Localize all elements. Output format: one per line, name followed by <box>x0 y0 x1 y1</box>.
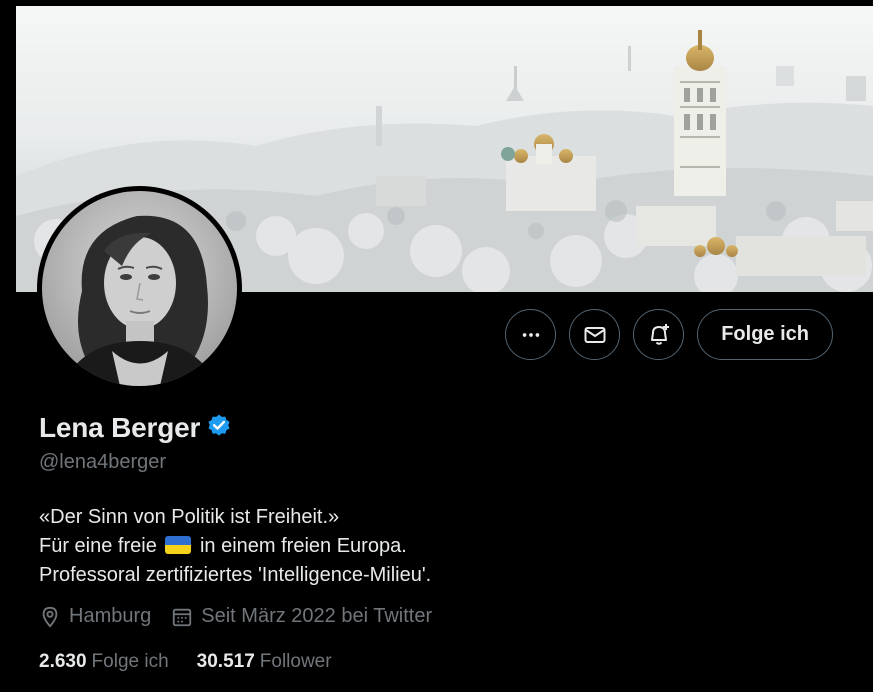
profile-bio: «Der Sinn von Politik ist Freiheit.» Für… <box>39 503 431 590</box>
joined-item: Seit März 2022 bei Twitter <box>171 605 432 628</box>
ukraine-flag-icon <box>165 536 192 554</box>
following-count: 2.630 <box>39 651 87 672</box>
display-name: Lena Berger <box>39 412 201 443</box>
profile-stats: 2.630 Folge ich 30.517 Follower <box>39 651 332 673</box>
bio-line: Professoral zertifiziertes 'Intelligence… <box>39 564 432 586</box>
followers-stat-link[interactable]: 30.517 Follower <box>197 651 332 673</box>
calendar-icon <box>173 608 192 626</box>
following-button[interactable]: Folge ich <box>697 309 833 360</box>
notifications-button[interactable] <box>633 309 685 360</box>
more-options-button[interactable] <box>505 309 557 360</box>
verified-badge-icon[interactable] <box>206 413 232 444</box>
bio-text: Für eine freie <box>39 535 157 557</box>
profile-page: Folge ich Lena Berger @lena4berger «Der … <box>0 0 873 692</box>
profile-meta: Hamburg Seit März 2022 bei Twitter <box>39 605 432 628</box>
location-item: Hamburg <box>39 605 151 628</box>
profile-handle: @lena4berger <box>39 451 167 473</box>
profile-actions: Folge ich <box>505 309 833 360</box>
more-dots-icon <box>522 332 539 337</box>
message-button[interactable] <box>569 309 621 360</box>
name-row: Lena Berger <box>39 412 232 444</box>
location-text: Hamburg <box>69 605 152 627</box>
bio-line: «Der Sinn von Politik ist Freiheit.» <box>39 506 340 528</box>
joined-text: Seit März 2022 bei Twitter <box>201 605 433 627</box>
followers-count: 30.517 <box>196 651 255 672</box>
bio-text: in einem freien Europa. <box>199 535 407 557</box>
following-label: Folge ich <box>91 651 169 672</box>
bio-line: Für eine freie in einem freien Europa. <box>39 532 431 561</box>
location-pin-icon <box>42 606 58 628</box>
avatar-photo <box>42 191 237 386</box>
following-stat-link[interactable]: 2.630 Folge ich <box>39 651 169 673</box>
bell-plus-icon <box>650 323 669 345</box>
profile-avatar[interactable] <box>37 186 242 391</box>
envelope-icon <box>584 326 606 343</box>
followers-label: Follower <box>259 651 332 672</box>
